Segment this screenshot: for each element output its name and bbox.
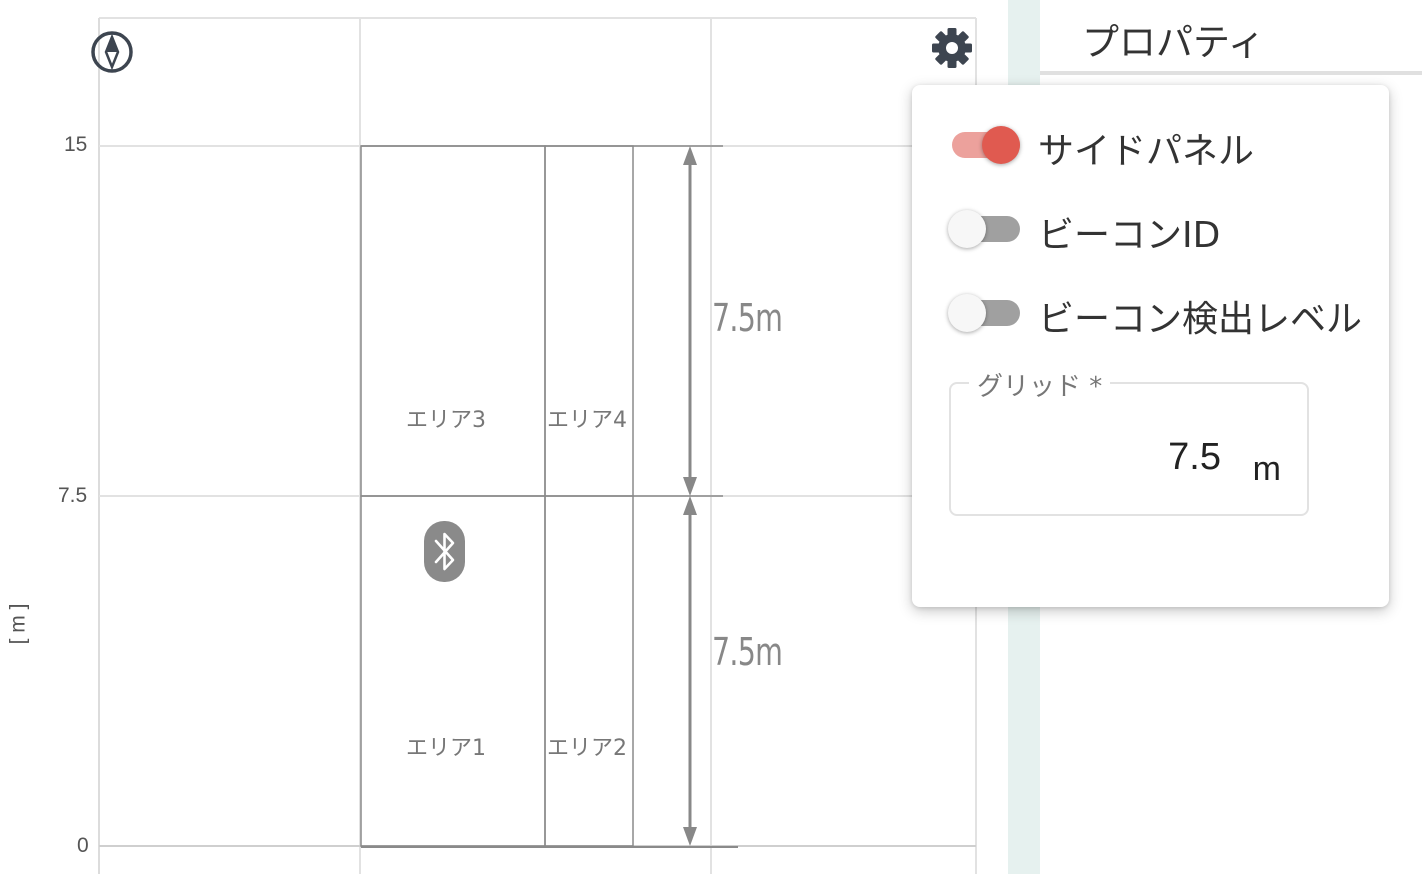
side-panel-divider [1040, 71, 1422, 75]
area-4[interactable] [544, 145, 634, 497]
toggle-beacon-id[interactable]: ビーコンID [948, 198, 1378, 258]
y-tick-label: 0 [77, 834, 89, 857]
area-label: エリア3 [406, 408, 486, 433]
toggle-side-panel[interactable]: サイドパネル [948, 114, 1378, 174]
area-label: エリア4 [547, 408, 627, 433]
gear-icon[interactable] [930, 26, 974, 70]
y-tick-label: 15 [64, 133, 88, 156]
area-2[interactable] [544, 495, 634, 847]
side-panel-switch[interactable] [948, 126, 1020, 164]
grid-unit-label: m [1252, 450, 1281, 488]
beacon-detection-level-switch[interactable] [948, 294, 1020, 332]
toggle-label: サイドパネル [1038, 131, 1255, 172]
dimension-arrow-upper [683, 146, 697, 496]
grid-size-field[interactable]: グリッド * m [949, 366, 1309, 516]
y-axis-unit: [ m ] [6, 603, 30, 645]
bluetooth-icon [434, 532, 455, 571]
area-label: エリア1 [406, 736, 486, 761]
toggle-label: ビーコンID [1038, 215, 1221, 256]
y-tick-label: 7.5 [58, 484, 88, 507]
side-panel-title: プロパティ [1082, 21, 1265, 64]
dimension-label: 7.5m [712, 296, 783, 340]
floor-plan-svg [98, 17, 977, 874]
dimension-label: 7.5m [712, 630, 783, 674]
area-3[interactable] [360, 145, 546, 497]
area-label: エリア2 [547, 736, 627, 761]
settings-popup: サイドパネル ビーコンID ビーコン検出レベル グリッド * m [912, 85, 1389, 607]
floor-plan-canvas[interactable]: 15 7.5 0 [ m ] エリア3 エリア4 エリア1 エリア2 7.5m … [0, 0, 1008, 874]
toggle-label: ビーコン検出レベル [1038, 299, 1363, 340]
compass-icon[interactable] [90, 30, 134, 74]
beacon-id-switch[interactable] [948, 210, 1020, 248]
toggle-beacon-detection-level[interactable]: ビーコン検出レベル [948, 282, 1378, 342]
dimension-arrow-lower [683, 496, 697, 846]
grid-field-label: グリッド * [969, 366, 1111, 403]
grid-size-input[interactable] [1021, 436, 1221, 479]
bluetooth-beacon[interactable] [424, 521, 465, 582]
